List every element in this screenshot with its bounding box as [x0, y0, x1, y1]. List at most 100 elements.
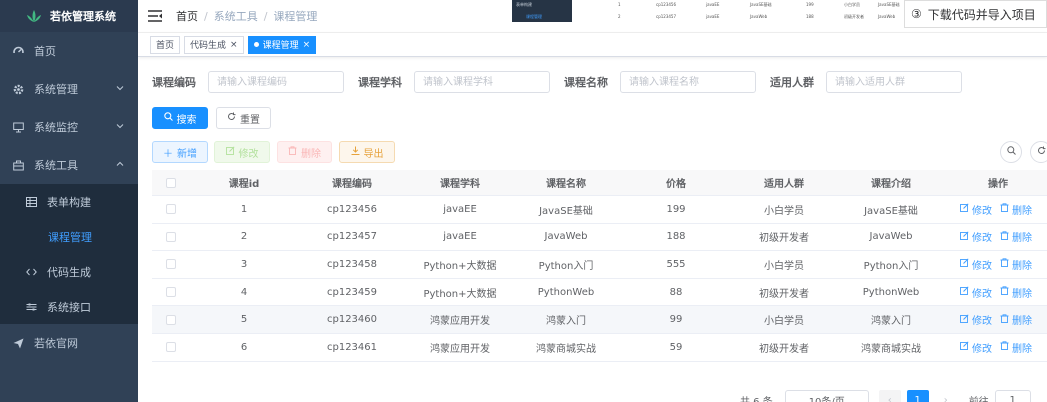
row-checkbox[interactable] [166, 259, 176, 270]
row-checkbox[interactable] [166, 231, 176, 242]
row-checkbox[interactable] [166, 342, 176, 353]
row-edit-link[interactable]: 修改 [960, 285, 992, 300]
row-delete-link[interactable]: 删除 [1000, 257, 1032, 272]
table-cell: javaEE [443, 231, 477, 243]
goto-page-input[interactable]: 1 [994, 390, 1031, 402]
page-size-select[interactable]: 10条/页 [784, 390, 869, 402]
search-icon [163, 112, 173, 124]
export-button[interactable]: 导出 [339, 141, 395, 163]
search-icon [1006, 146, 1016, 158]
pagination-total: 共 6 条 [740, 396, 773, 402]
sidebar-item-label: 课程管理 [48, 230, 92, 244]
next-page-button[interactable]: › [935, 390, 957, 402]
overlay-thumb-cell: JavaWeb [878, 14, 896, 19]
tag-code-generation[interactable]: 代码生成 × [184, 35, 244, 54]
row-checkbox[interactable] [166, 204, 176, 215]
sidebar-item-label: 系统管理 [34, 83, 78, 96]
table-cell: 199 [666, 203, 686, 215]
field-label: 课程编码 [152, 76, 196, 89]
row-delete-link[interactable]: 删除 [1000, 202, 1032, 217]
column-header: 课程介绍 [871, 179, 911, 190]
sidebar-item-course-management[interactable]: 课程管理 [0, 219, 138, 254]
reset-button[interactable]: 重置 [216, 107, 271, 129]
edit-button[interactable]: 修改 [214, 141, 270, 163]
page-number-button[interactable]: 1 [906, 390, 929, 402]
edit-icon [960, 286, 969, 298]
sidebar-item-form-builder[interactable]: 表单构建 [0, 184, 138, 219]
refresh-button[interactable] [1030, 141, 1047, 163]
row-edit-link[interactable]: 修改 [960, 229, 992, 244]
row-edit-link[interactable]: 修改 [960, 312, 992, 327]
target-audience-input[interactable] [826, 71, 962, 93]
row-edit-link[interactable]: 修改 [960, 202, 992, 217]
form-icon [26, 196, 37, 207]
delete-button[interactable]: 删除 [277, 141, 332, 163]
row-delete-link[interactable]: 删除 [1000, 285, 1032, 300]
sidebar-item-label: 若依官网 [34, 337, 78, 350]
row-delete-link[interactable]: 删除 [1000, 340, 1032, 355]
table-cell: 鸿蒙入门 [871, 316, 911, 328]
tag-home[interactable]: 首页 [150, 35, 181, 54]
row-edit-label: 修改 [972, 288, 992, 300]
sidebar-submenu-system-tools: 表单构建 课程管理 代码生成 系统接口 [0, 184, 138, 324]
hamburger-icon[interactable] [148, 10, 162, 22]
row-edit-label: 修改 [972, 233, 992, 245]
table-body: 1 cp123456 javaEE JavaSE基础 199 小白学员 JavaSE基础 修改… [152, 196, 1047, 362]
row-actions: 修改 删除 [960, 251, 1040, 278]
select-all-checkbox[interactable] [166, 177, 176, 188]
toggle-search-button[interactable] [1000, 141, 1022, 163]
row-delete-label: 删除 [1012, 288, 1032, 300]
tag-course-management[interactable]: 课程管理 × [247, 35, 317, 54]
column-header: 操作 [988, 179, 1008, 190]
dashboard-icon [12, 45, 24, 57]
close-icon[interactable]: × [230, 40, 238, 50]
edit-icon [960, 341, 969, 353]
table-cell: Python入门 [863, 260, 919, 272]
sidebar-item-label: 首页 [34, 45, 56, 58]
overlay-thumb-cell: 1 [618, 2, 621, 7]
breadcrumb-home[interactable]: 首页 [176, 8, 198, 24]
course-code-input[interactable] [208, 71, 344, 93]
course-subject-input[interactable] [414, 71, 550, 93]
trash-icon [1000, 286, 1009, 298]
sidebar-item-label: 系统工具 [34, 159, 78, 172]
table-cell: JavaWeb [544, 231, 588, 243]
row-checkbox[interactable] [166, 287, 176, 298]
overlay-thumb-cell: 小白学员 [844, 2, 860, 7]
row-edit-link[interactable]: 修改 [960, 257, 992, 272]
sidebar-item-system-tools[interactable]: 系统工具 [0, 146, 138, 184]
tag-label: 代码生成 [190, 41, 227, 51]
sidebar-item-system-api[interactable]: 系统接口 [0, 289, 138, 324]
row-actions: 修改 删除 [960, 279, 1040, 306]
prev-page-button[interactable]: ‹ [878, 390, 901, 402]
app-logo[interactable]: 若依管理系统 [0, 0, 138, 32]
table-row: 4 cp123459 Python+大数据 PythonWeb 88 初级开发者 Pytho… [152, 279, 1047, 307]
table-cell: JavaSE基础 [539, 205, 593, 217]
edit-icon [960, 231, 969, 243]
reset-button-label: 重置 [240, 114, 260, 126]
sidebar-item-ruoyi-site[interactable]: 若依官网 [0, 324, 138, 362]
row-delete-link[interactable]: 删除 [1000, 312, 1032, 327]
overlay-thumb-cell: JavaSE基础 [750, 2, 772, 7]
sidebar-item-home[interactable]: 首页 [0, 32, 138, 70]
row-checkbox[interactable] [166, 314, 176, 325]
overlay-thumb-cell: cp123457 [656, 14, 677, 19]
sidebar-item-system-management[interactable]: 系统管理 [0, 70, 138, 108]
sidebar-item-label: 系统监控 [34, 121, 78, 134]
overlay-thumbnail-sidebar: 表单构建 课程管理 [512, 0, 572, 22]
row-edit-link[interactable]: 修改 [960, 340, 992, 355]
sidebar-item-code-generation[interactable]: 代码生成 [0, 254, 138, 289]
table-cell: JavaSE基础 [864, 205, 918, 217]
column-header: 课程编码 [332, 179, 372, 190]
close-icon[interactable]: × [303, 40, 311, 50]
sidebar-item-system-monitor[interactable]: 系统监控 [0, 108, 138, 146]
tag-label: 课程管理 [262, 41, 299, 51]
course-name-input[interactable] [620, 71, 756, 93]
table-row: 5 cp123460 鸿蒙应用开发 鸿蒙入门 99 小白学员 鸿蒙入门 修改 删除 [152, 306, 1047, 334]
add-button[interactable]: ＋ 新增 [152, 141, 208, 163]
row-delete-link[interactable]: 删除 [1000, 229, 1032, 244]
tags-view: 首页 代码生成 × 课程管理 × [138, 33, 1047, 57]
search-button[interactable]: 搜索 [152, 107, 208, 129]
gear-icon [12, 83, 24, 95]
breadcrumb-course-management: 课程管理 [273, 10, 318, 23]
